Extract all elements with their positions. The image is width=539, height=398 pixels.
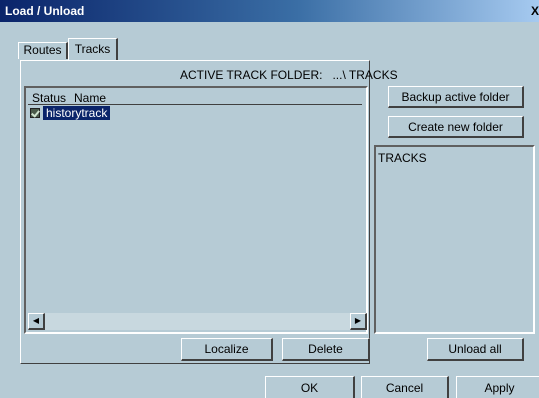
tab-tracks-label: Tracks	[74, 42, 111, 56]
column-status[interactable]: Status	[32, 91, 66, 105]
active-folder-label: ACTIVE TRACK FOLDER: ...\ TRACKS	[180, 68, 398, 82]
create-folder-button[interactable]: Create new folder	[388, 116, 524, 138]
tab-routes[interactable]: Routes	[18, 42, 68, 59]
column-name[interactable]: Name	[74, 91, 106, 105]
scroll-right-arrow-icon[interactable]: ▶	[350, 313, 367, 330]
ok-button[interactable]: OK	[265, 376, 355, 398]
backup-folder-button[interactable]: Backup active folder	[388, 86, 524, 108]
folder-list[interactable]: TRACKS	[374, 145, 535, 334]
close-icon[interactable]: X	[531, 3, 539, 19]
localize-button[interactable]: Localize	[181, 338, 273, 361]
track-list-header: Status Name	[28, 90, 370, 105]
tab-tracks[interactable]: Tracks	[68, 38, 118, 60]
track-name: historytrack	[43, 106, 111, 120]
apply-button[interactable]: Apply	[456, 376, 539, 398]
unload-all-button[interactable]: Unload all	[427, 338, 524, 361]
delete-button[interactable]: Delete	[282, 338, 370, 361]
folder-list-item[interactable]: TRACKS	[378, 151, 427, 165]
title-bar: Load / Unload X	[0, 0, 539, 22]
checkbox-checked-icon[interactable]	[30, 108, 40, 118]
tab-routes-label: Routes	[23, 43, 62, 57]
scroll-left-arrow-icon[interactable]: ◀	[28, 313, 45, 330]
horizontal-scrollbar[interactable]: ◀ ▶	[28, 313, 367, 330]
header-divider	[28, 104, 362, 105]
window-title: Load / Unload	[5, 4, 85, 18]
cancel-button[interactable]: Cancel	[361, 376, 449, 398]
track-list[interactable]: Status Name historytrack ◀ ▶	[24, 86, 368, 334]
list-item[interactable]: historytrack	[30, 106, 111, 120]
